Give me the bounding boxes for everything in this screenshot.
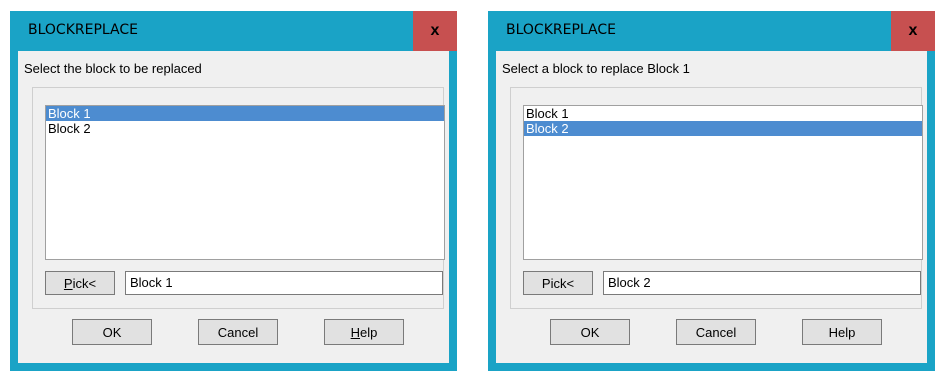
- close-icon: x: [430, 22, 440, 39]
- block-listbox[interactable]: Block 1 Block 2: [45, 105, 445, 260]
- ok-button[interactable]: OK: [550, 319, 630, 345]
- list-item-block-1[interactable]: Block 1: [46, 106, 444, 121]
- block-name-field[interactable]: Block 1: [125, 271, 443, 295]
- blockreplace-dialog-right: BLOCKREPLACE x Select a block to replace…: [488, 11, 935, 371]
- list-item-block-2[interactable]: Block 2: [524, 121, 922, 136]
- block-group: Block 1 Block 2 Pick< Block 1: [32, 87, 445, 309]
- ok-button[interactable]: OK: [72, 319, 152, 345]
- cancel-button[interactable]: Cancel: [676, 319, 756, 345]
- pick-button[interactable]: Pick<: [45, 271, 115, 295]
- close-icon: x: [908, 22, 918, 39]
- help-mnemonic: H: [350, 324, 361, 340]
- list-item-block-1[interactable]: Block 1: [524, 106, 922, 121]
- prompt-label: Select a block to replace Block 1: [502, 61, 690, 76]
- pick-button[interactable]: Pick<: [523, 271, 593, 295]
- list-item-block-2[interactable]: Block 2: [46, 121, 444, 136]
- pick-label-rest: ick<: [72, 275, 97, 291]
- title-bar[interactable]: BLOCKREPLACE x: [10, 11, 457, 51]
- help-button[interactable]: Help: [802, 319, 882, 345]
- dialog-title: BLOCKREPLACE: [28, 22, 138, 38]
- dialog-client-area: Select a block to replace Block 1 Block …: [496, 51, 927, 363]
- block-listbox[interactable]: Block 1 Block 2: [523, 105, 923, 260]
- dialog-client-area: Select the block to be replaced Block 1 …: [18, 51, 449, 363]
- dialog-title: BLOCKREPLACE: [506, 22, 616, 38]
- prompt-label: Select the block to be replaced: [24, 61, 202, 76]
- help-label-rest: elp: [360, 324, 378, 340]
- close-button[interactable]: x: [891, 11, 935, 51]
- cancel-button[interactable]: Cancel: [198, 319, 278, 345]
- close-button[interactable]: x: [413, 11, 457, 51]
- pick-mnemonic: P: [63, 275, 73, 291]
- title-bar[interactable]: BLOCKREPLACE x: [488, 11, 935, 51]
- help-button[interactable]: Help: [324, 319, 404, 345]
- block-group: Block 1 Block 2 Pick< Block 2: [510, 87, 923, 309]
- block-name-field[interactable]: Block 2: [603, 271, 921, 295]
- blockreplace-dialog-left: BLOCKREPLACE x Select the block to be re…: [10, 11, 457, 371]
